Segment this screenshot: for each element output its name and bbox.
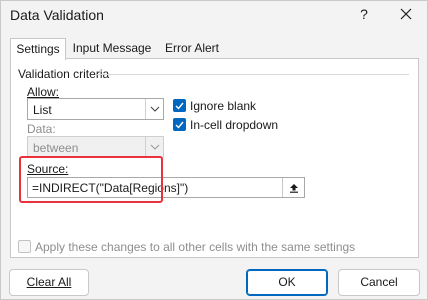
allow-select-value: List <box>33 103 52 117</box>
apply-all-checkbox <box>18 240 31 253</box>
title-bar: Data Validation ? <box>1 1 427 31</box>
collapse-dialog-button[interactable] <box>282 178 304 197</box>
validation-criteria-label: Validation criteria <box>18 67 110 81</box>
data-select-value: between <box>33 141 79 155</box>
window-title: Data Validation <box>10 7 104 23</box>
data-select: between <box>27 136 164 158</box>
apply-all-label: Apply these changes to all other cells w… <box>35 240 356 254</box>
ok-button[interactable]: OK <box>246 269 328 296</box>
source-highlight-box <box>19 156 163 203</box>
data-label: Data: <box>27 122 56 136</box>
clear-all-button[interactable]: Clear All <box>9 269 89 296</box>
checkmark-icon <box>175 121 184 129</box>
ignore-blank-label: Ignore blank <box>190 99 257 113</box>
checkmark-icon <box>175 102 184 110</box>
data-validation-dialog: Data Validation ? Settings Input Message… <box>0 0 428 300</box>
tab-input-message[interactable]: Input Message <box>71 38 153 59</box>
chevron-down-icon <box>150 106 159 112</box>
ignore-blank-checkbox[interactable] <box>173 99 186 112</box>
in-cell-dropdown-label: In-cell dropdown <box>190 118 279 132</box>
close-button[interactable] <box>395 3 417 25</box>
allow-label-text: Allow: <box>27 85 60 99</box>
help-button[interactable]: ? <box>355 6 373 24</box>
tab-settings[interactable]: Settings <box>10 38 66 60</box>
allow-dropdown-button[interactable] <box>145 99 163 119</box>
allow-label: Allow: <box>27 85 59 99</box>
close-icon <box>400 8 412 20</box>
group-divider <box>97 74 409 75</box>
tab-error-alert[interactable]: Error Alert <box>156 38 228 59</box>
allow-select[interactable]: List <box>27 98 164 120</box>
clear-all-text: Clear All <box>26 275 72 289</box>
data-dropdown-button <box>145 137 163 157</box>
chevron-down-icon <box>150 144 159 150</box>
collapse-dialog-icon <box>289 183 298 193</box>
cancel-button[interactable]: Cancel <box>338 269 420 296</box>
in-cell-dropdown-checkbox[interactable] <box>173 118 186 131</box>
